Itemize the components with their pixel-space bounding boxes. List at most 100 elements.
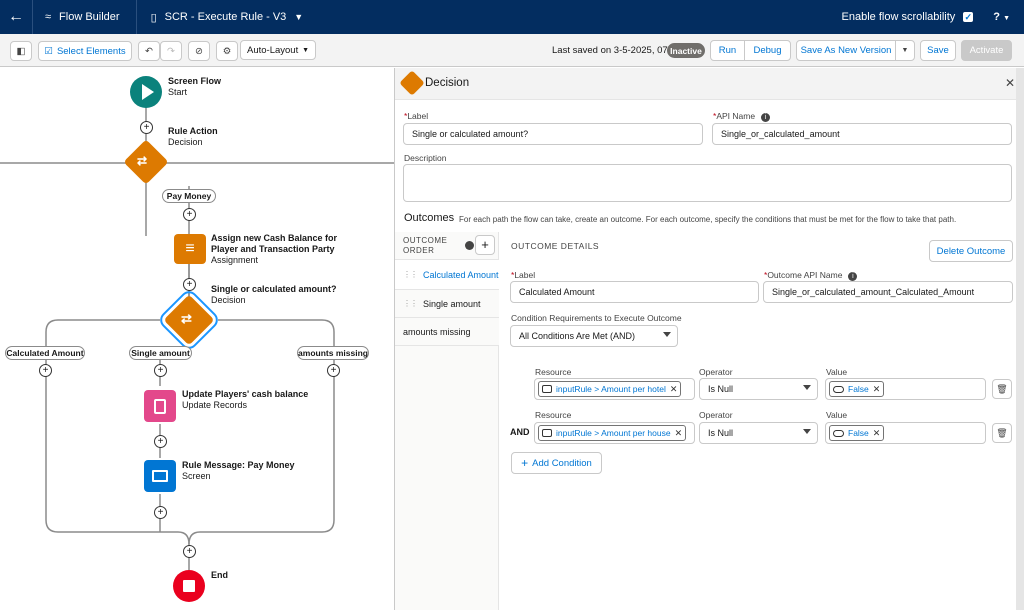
toggle-icon — [833, 429, 844, 437]
value-pill[interactable]: False ✕ — [829, 381, 885, 397]
remove-icon[interactable]: ✕ — [873, 428, 881, 439]
value-label: Value — [826, 410, 848, 420]
remove-icon[interactable]: ✕ — [675, 428, 683, 439]
assignment-node[interactable]: ≡ — [174, 234, 206, 264]
branch-single-amount[interactable]: Single amount — [129, 346, 192, 360]
scroll-edge[interactable] — [1016, 68, 1024, 610]
add-element-plus-icon[interactable]: + — [183, 545, 196, 558]
scroll-checkbox[interactable]: ✓ — [963, 12, 974, 22]
add-element-plus-icon[interactable]: + — [183, 208, 196, 221]
delete-condition-trash-icon[interactable]: 🗑 — [992, 379, 1012, 399]
resource-pill[interactable]: inputRule > Amount per hotel ✕ — [538, 381, 682, 397]
condition-requirements-label: Condition Requirements to Execute Outcom… — [511, 313, 682, 323]
toggle-icon — [833, 385, 844, 393]
outcome-api-name-input[interactable]: Single_or_calculated_amount_Calculated_A… — [763, 281, 1013, 303]
settings-button[interactable]: ⚙ — [216, 41, 238, 61]
drag-handle-icon[interactable]: ⋮⋮ — [403, 270, 418, 279]
condition-2-operator-select[interactable]: Is Null — [699, 422, 818, 444]
chevron-down-icon: ▼ — [901, 47, 909, 54]
description-textarea[interactable] — [403, 164, 1012, 202]
outcomes-title: Outcomes — [404, 212, 455, 224]
update-records-label: Update Players' cash balance Update Recor… — [182, 389, 309, 410]
assignment-label: Assign new Cash Balance for Player and T… — [211, 233, 338, 265]
panel-title: Decision — [425, 77, 470, 89]
label-input[interactable]: Single or calculated amount? — [403, 123, 703, 145]
condition-1-resource-input[interactable]: inputRule > Amount per hotel ✕ — [534, 378, 695, 400]
condition-requirements-select[interactable]: All Conditions Are Met (AND) — [510, 325, 678, 347]
close-icon[interactable]: ✕ — [1005, 76, 1015, 90]
chevron-down-icon — [663, 332, 671, 337]
remove-icon[interactable]: ✕ — [873, 384, 881, 395]
status-badge: Inactive — [667, 43, 705, 58]
screen-node[interactable] — [144, 460, 176, 492]
update-records-node[interactable] — [144, 390, 176, 422]
back-arrow-icon[interactable]: ← — [0, 0, 32, 34]
add-element-plus-icon[interactable]: + — [183, 278, 196, 291]
toggle-panel-button[interactable]: ◧ — [10, 41, 32, 61]
save-menu-button[interactable]: ▼ — [895, 40, 915, 61]
undo-button[interactable]: ↶ — [138, 41, 160, 61]
branch-pay-money[interactable]: Pay Money — [162, 189, 216, 203]
remove-icon[interactable]: ✕ — [670, 384, 678, 395]
debug-button[interactable]: Debug — [744, 40, 791, 61]
condition-1-value-input[interactable]: False ✕ — [825, 378, 986, 400]
run-button[interactable]: Run — [710, 40, 745, 61]
api-name-input[interactable]: Single_or_calculated_amount — [712, 123, 1012, 145]
add-outcome-button[interactable]: + — [475, 235, 495, 255]
add-element-plus-icon[interactable]: + — [154, 364, 167, 377]
delete-condition-trash-icon[interactable]: 🗑 — [992, 423, 1012, 443]
save-button[interactable]: Save — [920, 40, 956, 61]
stop-icon — [183, 580, 195, 592]
description-label: Description — [404, 153, 447, 163]
outcome-item-calculated-amount[interactable]: ⋮⋮ Calculated Amount — [395, 260, 499, 290]
help-menu[interactable]: ? ▼ — [993, 11, 1010, 23]
end-node[interactable] — [173, 570, 205, 602]
errors-button[interactable]: ⊘ — [188, 41, 210, 61]
condition-1-operator-select[interactable]: Is Null — [699, 378, 818, 400]
outcome-item-amounts-missing[interactable]: amounts missing — [395, 318, 499, 346]
add-element-plus-icon[interactable]: + — [39, 364, 52, 377]
end-label: End — [211, 570, 228, 580]
select-elements-button[interactable]: ☑ Select Elements — [38, 41, 132, 61]
scroll-toggle-label: Enable flow scrollability — [841, 11, 956, 23]
decision-properties-panel: Decision ✕ *Label Single or calculated a… — [394, 68, 1017, 610]
add-element-plus-icon[interactable]: + — [154, 506, 167, 519]
activate-button[interactable]: Activate — [961, 40, 1012, 61]
api-name-label: *API Name i — [713, 111, 771, 122]
delete-outcome-button[interactable]: Delete Outcome — [929, 240, 1013, 262]
outcome-item-single-amount[interactable]: ⋮⋮ Single amount — [395, 290, 499, 318]
condition-2-resource-input[interactable]: inputRule > Amount per house ✕ — [534, 422, 695, 444]
info-icon[interactable]: i — [848, 272, 858, 281]
app-name: Flow Builder — [59, 11, 120, 23]
outcome-label-label: *Label — [511, 270, 536, 280]
redo-icon: ↷ — [167, 45, 175, 57]
save-as-new-version-button[interactable]: Save As New Version — [796, 40, 896, 61]
redo-button[interactable]: ↷ — [160, 41, 182, 61]
plus-icon: + — [521, 456, 529, 470]
app-title: ≈ Flow Builder — [33, 11, 136, 23]
info-icon[interactable]: i — [761, 113, 771, 122]
start-node[interactable] — [130, 76, 162, 108]
flow-builder-icon: ≈ — [45, 11, 52, 23]
info-icon[interactable] — [465, 241, 474, 250]
flow-name-menu[interactable]: ▯ SCR - Execute Rule - V3 ▼ — [137, 11, 304, 24]
layout-select[interactable]: Auto-Layout ▼ — [240, 40, 316, 60]
branch-amounts-missing[interactable]: amounts missing — [297, 346, 369, 360]
value-pill[interactable]: False ✕ — [829, 425, 885, 441]
top-bar: ← ≈ Flow Builder ▯ SCR - Execute Rule - … — [0, 0, 1024, 34]
add-element-plus-icon[interactable]: + — [154, 435, 167, 448]
flow-connectors — [0, 106, 394, 570]
add-element-plus-icon[interactable]: + — [140, 121, 153, 134]
branch-calculated-amount[interactable]: Calculated Amount — [5, 346, 85, 360]
outcomes-help: For each path the flow can take, create … — [459, 215, 957, 224]
add-condition-button[interactable]: + Add Condition — [511, 452, 602, 474]
resource-pill[interactable]: inputRule > Amount per house ✕ — [538, 425, 687, 441]
add-element-plus-icon[interactable]: + — [327, 364, 340, 377]
record-icon — [542, 385, 552, 393]
outcome-label-input[interactable]: Calculated Amount — [510, 281, 759, 303]
condition-2-value-input[interactable]: False ✕ — [825, 422, 986, 444]
drag-handle-icon[interactable]: ⋮⋮ — [403, 299, 418, 308]
panel-icon: ◧ — [16, 45, 26, 57]
flow-canvas[interactable]: Screen Flow Start + ⇄ Rule Action Decision… — [0, 68, 394, 610]
label-field-label: *Label — [404, 111, 429, 121]
